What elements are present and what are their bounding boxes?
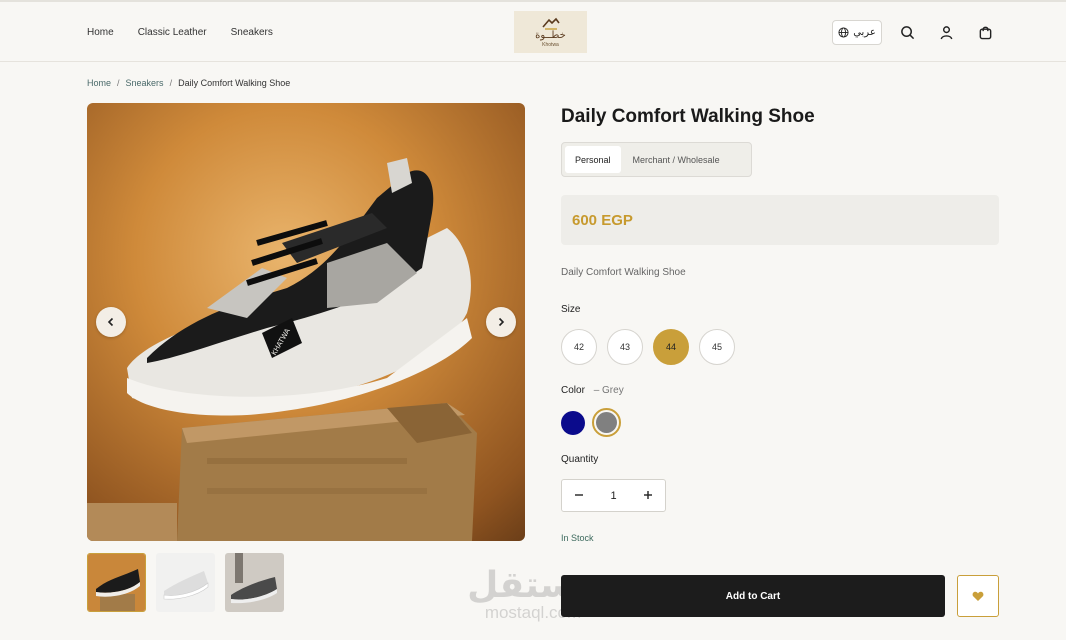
size-option-42[interactable]: 42 [561, 329, 597, 365]
breadcrumb-current: Daily Comfort Walking Shoe [178, 78, 291, 88]
product-title: Daily Comfort Walking Shoe [561, 106, 815, 127]
logo-arabic-text: خطــوة [535, 29, 566, 41]
minus-icon [575, 494, 583, 496]
breadcrumb: Home / Sneakers / Daily Comfort Walking … [87, 78, 290, 88]
size-label: Size [561, 304, 581, 315]
cart-icon[interactable] [977, 24, 994, 41]
quantity-stepper: 1 [561, 479, 666, 512]
breadcrumb-sneakers[interactable]: Sneakers [126, 78, 164, 88]
wishlist-button[interactable] [957, 575, 999, 617]
thumbnail-strip [87, 553, 284, 612]
user-icon[interactable] [938, 24, 955, 41]
thumbnail-3[interactable] [225, 553, 284, 612]
brand-logo[interactable]: خطــوة Khotwa [514, 11, 587, 53]
selected-color-name: – Grey [593, 385, 624, 396]
product-page: Home Classic Leather Sneakers خطــوة Kho… [0, 0, 1066, 640]
breadcrumb-separator: / [169, 78, 173, 88]
nav-classic-leather[interactable]: Classic Leather [138, 27, 207, 38]
color-label: Color [561, 385, 585, 396]
tab-merchant-wholesale[interactable]: Merchant / Wholesale [623, 146, 730, 173]
gallery-next-button[interactable] [486, 307, 516, 337]
plus-icon [644, 491, 652, 499]
language-switcher[interactable]: عربي [832, 20, 882, 45]
heart-icon [972, 591, 984, 601]
breadcrumb-home[interactable]: Home [87, 78, 111, 88]
nav-sneakers[interactable]: Sneakers [231, 27, 273, 38]
size-option-45[interactable]: 45 [699, 329, 735, 365]
price-box: 600 EGP [561, 195, 999, 245]
gallery-prev-button[interactable] [96, 307, 126, 337]
site-header: Home Classic Leather Sneakers خطــوة Kho… [0, 2, 1066, 62]
quantity-increase-button[interactable] [641, 487, 655, 504]
stock-status: In Stock [561, 533, 594, 543]
product-price: 600 EGP [572, 211, 633, 229]
breadcrumb-separator: / [117, 78, 120, 88]
color-label-row: Color – Grey [561, 385, 624, 396]
nav-home[interactable]: Home [87, 27, 114, 38]
color-selector [561, 408, 621, 437]
globe-icon [838, 27, 849, 38]
customer-type-toggle: Personal Merchant / Wholesale [561, 142, 752, 177]
add-to-cart-button[interactable]: Add to Cart [561, 575, 945, 617]
language-label: عربي [853, 27, 876, 38]
logo-mark-icon [541, 17, 560, 30]
color-swatch-navy[interactable] [561, 410, 585, 435]
size-option-43[interactable]: 43 [607, 329, 643, 365]
quantity-decrease-button[interactable] [572, 487, 586, 504]
tab-personal[interactable]: Personal [565, 146, 621, 173]
product-main-image: KHATWA [87, 103, 525, 541]
sneaker-photo: KHATWA [87, 158, 477, 541]
chevron-right-icon [498, 317, 505, 327]
quantity-label: Quantity [561, 454, 599, 465]
size-selector: 42 43 44 45 [561, 329, 735, 365]
size-option-44[interactable]: 44 [653, 329, 689, 365]
quantity-value[interactable]: 1 [610, 490, 616, 502]
logo-latin-text: Khotwa [542, 41, 559, 48]
thumbnail-2[interactable] [156, 553, 215, 612]
color-swatch-grey[interactable] [592, 408, 621, 437]
search-icon[interactable] [899, 24, 916, 41]
thumbnail-1[interactable] [87, 553, 146, 612]
main-nav: Home Classic Leather Sneakers [87, 2, 273, 62]
chevron-left-icon [107, 317, 114, 327]
product-description: Daily Comfort Walking Shoe [561, 267, 686, 278]
